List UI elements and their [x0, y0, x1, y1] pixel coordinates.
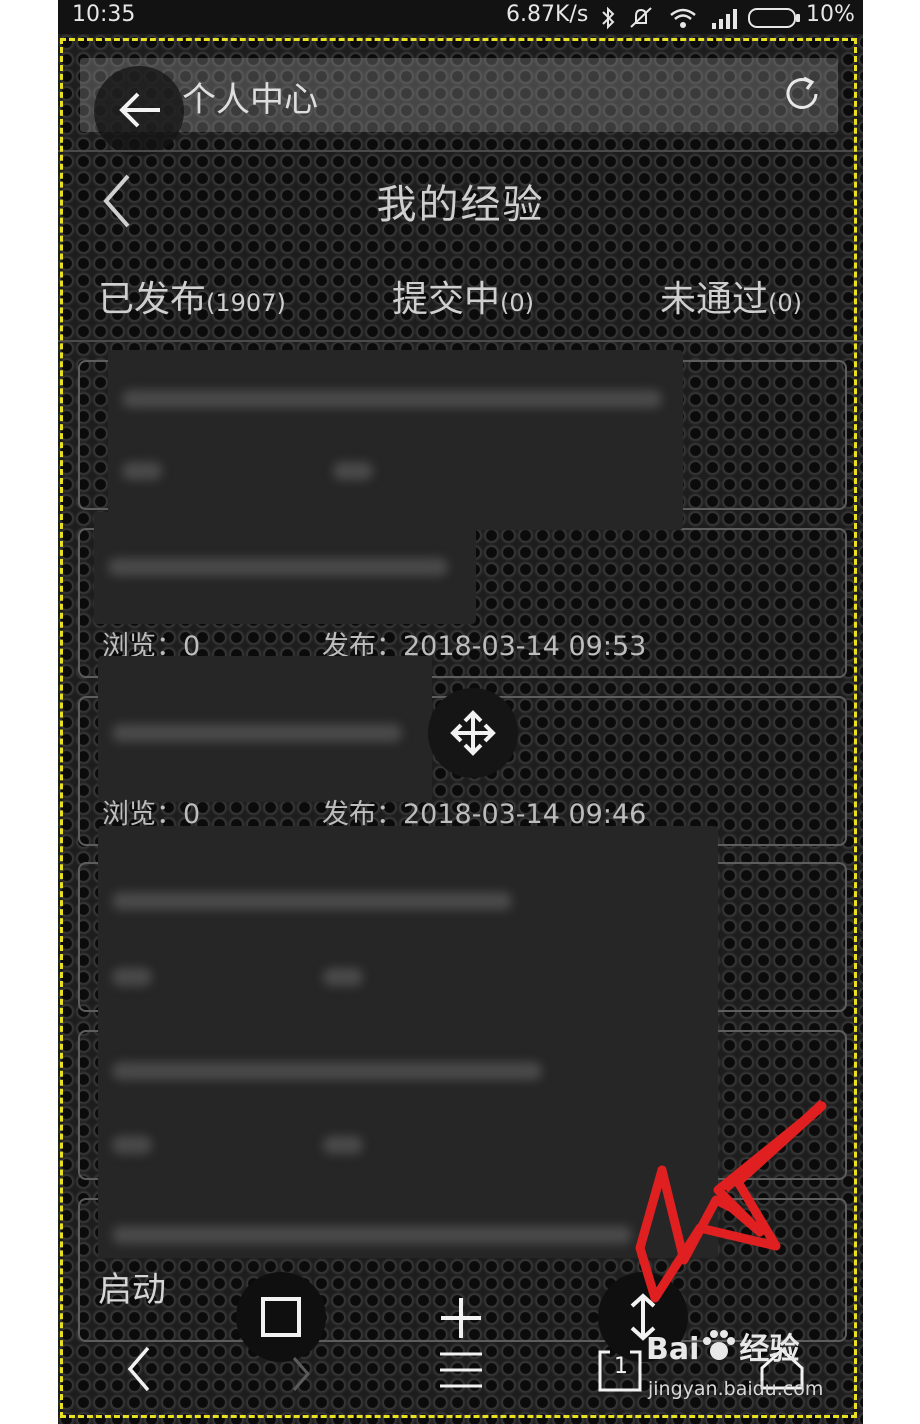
- annotation-arrow-icon: [635, 1099, 827, 1303]
- watermark-brand: Bai: [646, 1332, 700, 1367]
- watermark-brand-suffix: 经验: [739, 1332, 800, 1367]
- watermark-url: jingyan.baidu.com: [648, 1378, 824, 1400]
- watermark-logo: Bai 经验: [646, 1324, 799, 1368]
- paw-icon: [703, 1330, 736, 1360]
